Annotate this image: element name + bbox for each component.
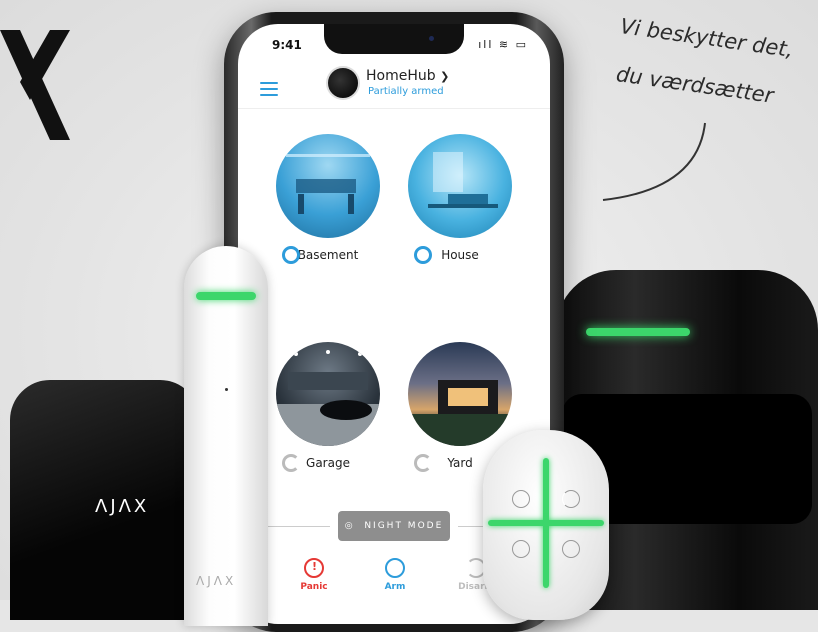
panic-button[interactable]: ! Panic (284, 558, 344, 592)
menu-icon[interactable] (260, 82, 278, 96)
hub-avatar[interactable] (326, 66, 360, 100)
moon-icon: ◎ (344, 521, 355, 531)
keyfob-arm-icon (512, 490, 530, 508)
tagline-curve (602, 122, 706, 201)
keyfob-disarm-icon (562, 490, 580, 508)
room-garage-photo (276, 342, 380, 446)
room-garage[interactable]: Garage (276, 342, 380, 472)
tagline-line-2: du værdsætter (614, 62, 775, 108)
chevron-down-icon: ❯ (440, 70, 450, 83)
panic-icon: ! (304, 558, 324, 578)
divider-line (260, 526, 330, 527)
arm-button[interactable]: Arm (365, 558, 425, 592)
motion-detector-led (586, 328, 690, 336)
tagline-line-1: Vi beskytter det, (618, 14, 795, 63)
hub-logo: ΛJΛX (95, 496, 150, 517)
door-sensor-device (184, 246, 268, 626)
room-house-photo (408, 134, 512, 238)
panic-label: Panic (300, 582, 328, 592)
room-house[interactable]: House (408, 134, 512, 264)
room-disarmed-icon (414, 454, 432, 472)
hub-name: HomeHub (366, 68, 436, 84)
status-time: 9:41 (272, 38, 302, 52)
door-sensor-led (196, 292, 256, 300)
hub-selector[interactable]: HomeHub ❯ (366, 68, 449, 84)
room-basement[interactable]: Basement (276, 134, 380, 264)
signal-wifi-battery-icon: ıll ≋ ▭ (478, 38, 528, 51)
room-disarmed-icon (282, 454, 300, 472)
night-mode-label: NIGHT MODE (364, 521, 444, 531)
arm-icon (385, 558, 405, 578)
keyfob-night-icon (512, 540, 530, 558)
door-sensor-dot (225, 388, 228, 391)
hub-state: Partially armed (368, 86, 444, 97)
ajax-x-logo (0, 30, 70, 140)
room-yard-photo (408, 342, 512, 446)
room-basement-photo (276, 134, 380, 238)
night-mode-button[interactable]: ◎ NIGHT MODE (338, 511, 450, 541)
sensor-logo: ΛJΛX (196, 574, 237, 588)
camera-icon (429, 36, 434, 41)
keyfob-led-horizontal (488, 520, 604, 526)
tagline: Vi beskytter det, du værdsætter (614, 12, 818, 112)
keyfob-panic-icon (562, 540, 580, 558)
room-armed-icon (414, 246, 432, 264)
arm-label: Arm (384, 582, 406, 592)
header-divider (238, 108, 550, 109)
phone-notch (324, 24, 464, 54)
room-armed-icon (282, 246, 300, 264)
